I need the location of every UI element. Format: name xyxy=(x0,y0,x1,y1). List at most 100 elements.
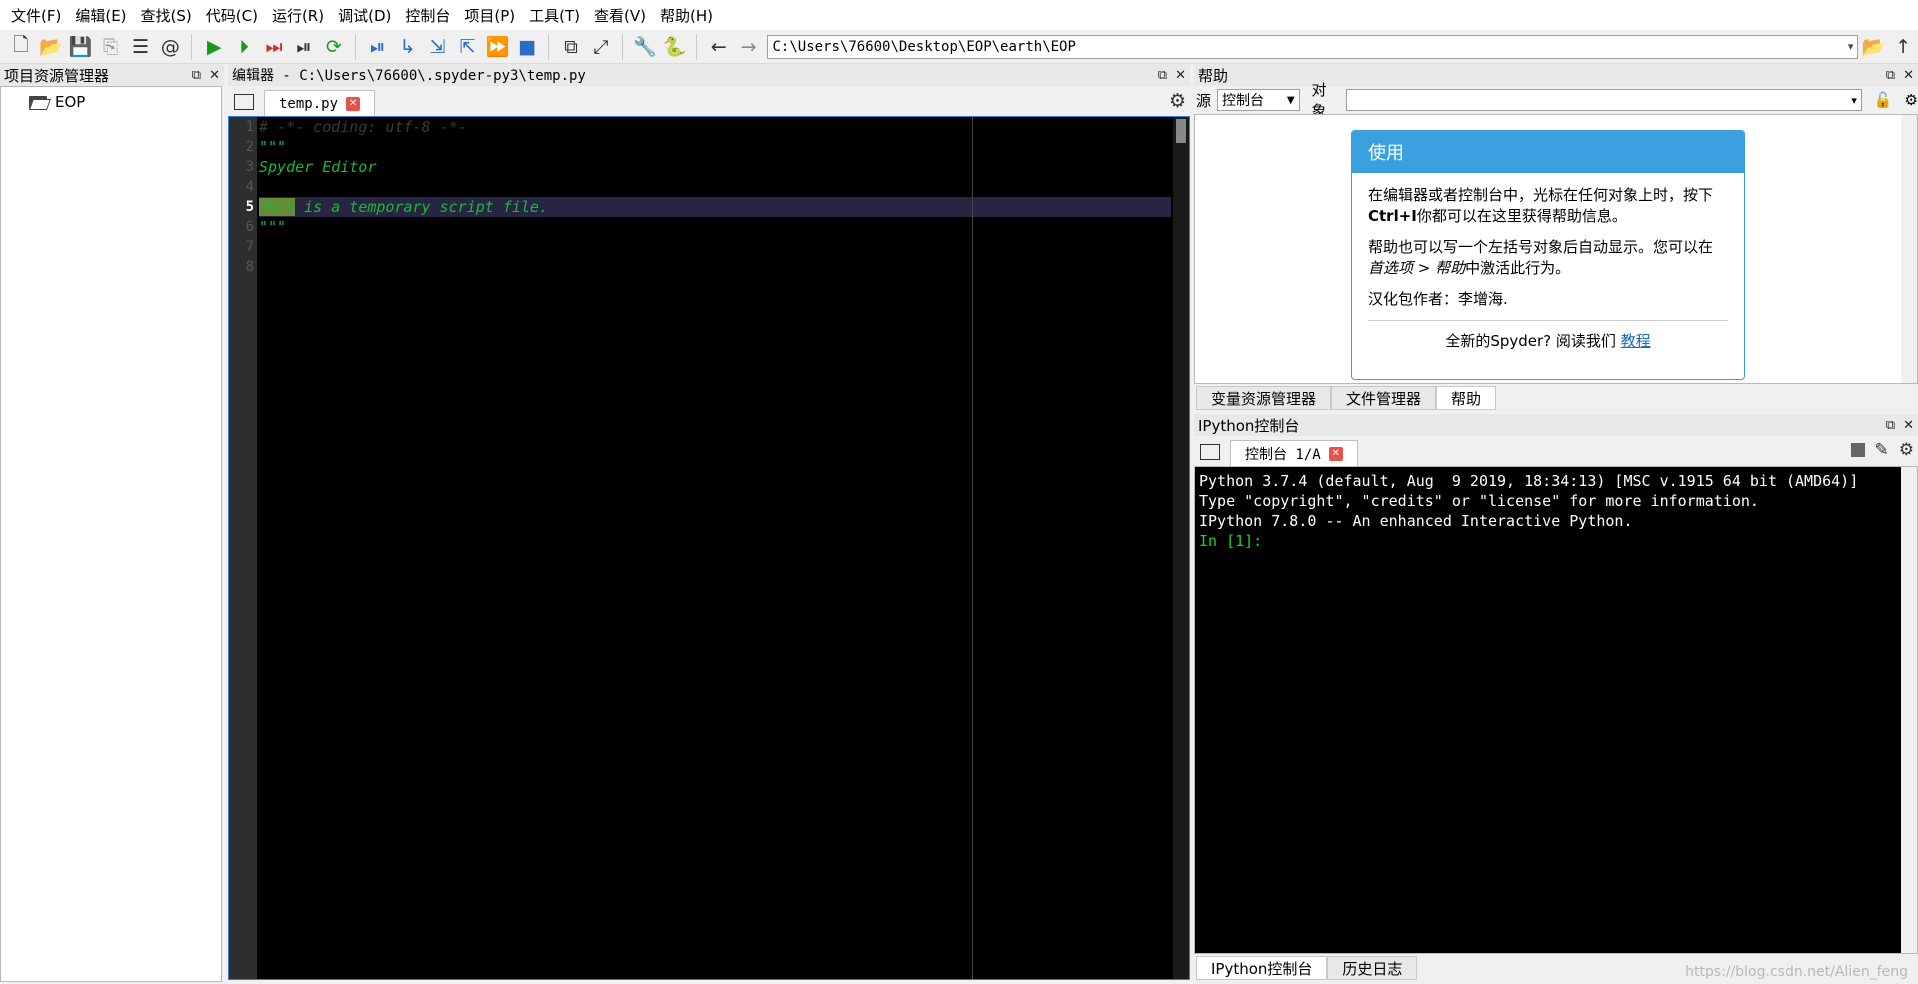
close-icon[interactable]: ✕ xyxy=(1903,68,1914,83)
preferences-icon[interactable]: 🔧 xyxy=(630,32,660,62)
line-number: 3 xyxy=(245,159,254,175)
tree-item[interactable]: EOP xyxy=(1,87,221,111)
gear-icon[interactable]: ⚙ xyxy=(1169,90,1186,112)
help-text: 帮助也可以写一个左括号对象后自动显示。您可以在 xyxy=(1368,238,1714,256)
source-value: 控制台 xyxy=(1222,93,1265,109)
menu-bar: 文件(F) 编辑(E) 查找(S) 代码(C) 运行(R) 调试(D) 控制台 … xyxy=(0,0,1918,30)
continue-icon[interactable]: ⏩ xyxy=(482,32,512,62)
menu-file[interactable]: 文件(F) xyxy=(4,5,68,26)
menu-help[interactable]: 帮助(H) xyxy=(653,5,720,26)
code-line-current: This is a temporary script file. xyxy=(259,197,1171,217)
tab-file-explorer[interactable]: 文件管理器 xyxy=(1331,386,1437,410)
menu-debug[interactable]: 调试(D) xyxy=(331,5,398,26)
console-line: Python 3.7.4 (default, Aug 9 2019, 18:34… xyxy=(1199,472,1859,490)
pane-title: 帮助 xyxy=(1198,66,1229,85)
menu-view[interactable]: 查看(V) xyxy=(587,5,653,26)
run-cell-icon[interactable]: ⏵ xyxy=(229,32,259,62)
tab-history-log[interactable]: 历史日志 xyxy=(1327,956,1418,980)
editor-tab-bar: temp.py ✕ xyxy=(228,86,1190,116)
watermark: https://blog.csdn.net/Alien_feng xyxy=(1685,964,1908,980)
back-icon[interactable]: ← xyxy=(704,32,734,62)
outline-icon[interactable]: ☰ xyxy=(126,32,156,62)
source-combo[interactable]: 控制台 ▼ xyxy=(1217,89,1300,111)
fullscreen-icon[interactable]: ⤢ xyxy=(586,32,616,62)
tab-console-1[interactable]: 控制台 1/A ✕ xyxy=(1230,440,1358,466)
maximize-pane-icon[interactable]: ⧉ xyxy=(556,32,586,62)
menu-source[interactable]: 代码(C) xyxy=(199,5,265,26)
at-sign-icon[interactable]: @ xyxy=(155,32,185,62)
debug-icon[interactable]: ⏯ xyxy=(363,32,393,62)
help-text: 你都可以在这里获得帮助信息。 xyxy=(1416,207,1627,225)
gear-icon[interactable]: ⚙ xyxy=(1899,440,1914,460)
stop-icon[interactable]: ■ xyxy=(512,32,542,62)
browse-tabs-icon[interactable] xyxy=(234,94,254,110)
close-tab-icon[interactable]: ✕ xyxy=(1328,446,1343,461)
menu-tools[interactable]: 工具(T) xyxy=(522,5,587,26)
forward-icon[interactable]: → xyxy=(734,32,764,62)
gear-icon[interactable]: ⚙ xyxy=(1905,91,1918,109)
lock-icon[interactable]: 🔓 xyxy=(1874,91,1893,109)
close-icon[interactable]: ✕ xyxy=(209,68,220,83)
step-return-icon[interactable]: ⇱ xyxy=(452,32,482,62)
menu-run[interactable]: 运行(R) xyxy=(265,5,331,26)
new-file-icon[interactable]: 🗋 xyxy=(6,32,36,62)
tab-help[interactable]: 帮助 xyxy=(1436,386,1497,410)
interrupt-icon[interactable] xyxy=(1850,443,1865,457)
console-line: Type "copyright", "credits" or "license"… xyxy=(1199,492,1759,510)
code-line: # -*- coding: utf-8 -*- xyxy=(259,118,467,136)
open-file-icon[interactable]: 📂 xyxy=(36,32,66,62)
scrollbar-thumb[interactable] xyxy=(1176,119,1186,143)
parent-dir-icon[interactable]: ↑ xyxy=(1888,32,1918,62)
line-number: 6 xyxy=(245,219,254,235)
tutorial-link[interactable]: 教程 xyxy=(1621,332,1651,350)
code-editor[interactable]: 1 2 3 4 5 6 7 8 # -*- coding: utf-8 -*- … xyxy=(228,116,1190,980)
undock-icon[interactable]: ⧉ xyxy=(1158,68,1167,83)
tab-temp-py[interactable]: temp.py ✕ xyxy=(264,90,376,116)
menu-projects[interactable]: 项目(P) xyxy=(457,5,522,26)
undock-icon[interactable]: ⧉ xyxy=(1886,68,1895,83)
help-intro-card: 使用 在编辑器或者控制台中，光标在任何对象上时，按下 Ctrl+I你都可以在这里获… xyxy=(1351,130,1745,380)
working-directory-combo[interactable]: C:\Users\76600\Desktop\EOP\earth\EOP ▾ xyxy=(767,34,1859,59)
help-scrollbar[interactable] xyxy=(1901,115,1917,383)
pane-title: IPython控制台 xyxy=(1198,416,1300,435)
eraser-icon[interactable]: ✎ xyxy=(1875,440,1889,460)
project-tree: EOP xyxy=(0,86,222,982)
help-paragraph: 帮助也可以写一个左括号对象后自动显示。您可以在首选项 > 帮助中激活此行为。 xyxy=(1368,237,1728,279)
step-icon[interactable]: ↳ xyxy=(393,32,423,62)
menu-search[interactable]: 查找(S) xyxy=(134,5,199,26)
console-scrollbar[interactable] xyxy=(1901,467,1917,953)
close-tab-icon[interactable]: ✕ xyxy=(346,96,361,111)
run-selection-icon[interactable]: ⏯ xyxy=(289,32,319,62)
help-text: 在编辑器或者控制台中，光标在任何对象上时，按下 xyxy=(1368,186,1714,204)
python-path-icon[interactable]: 🐍 xyxy=(660,32,690,62)
close-icon[interactable]: ✕ xyxy=(1175,68,1186,83)
run-icon[interactable]: ▶ xyxy=(199,32,229,62)
tab-label: temp.py xyxy=(279,95,339,112)
line-number: 7 xyxy=(245,239,254,255)
object-combo[interactable]: ▾ xyxy=(1346,89,1862,111)
menu-edit[interactable]: 编辑(E) xyxy=(68,5,133,26)
save-all-icon[interactable]: ⎘ xyxy=(96,32,126,62)
chevron-down-icon[interactable]: ▾ xyxy=(1848,40,1854,53)
step-into-icon[interactable]: ⇲ xyxy=(423,32,453,62)
browse-tabs-icon[interactable] xyxy=(1200,444,1220,460)
editor-scrollbar[interactable] xyxy=(1173,117,1189,979)
browse-folder-icon[interactable]: 📂 xyxy=(1858,32,1888,62)
help-dock-tabs: 变量资源管理器 文件管理器 帮助 xyxy=(1194,386,1918,414)
line-number-active: 5 xyxy=(245,199,254,215)
console-output[interactable]: Python 3.7.4 (default, Aug 9 2019, 18:34… xyxy=(1194,466,1918,954)
rerun-icon[interactable]: ⟳ xyxy=(319,32,349,62)
undock-icon[interactable]: ⧉ xyxy=(1886,418,1895,433)
close-icon[interactable]: ✕ xyxy=(1903,418,1914,433)
help-text: 全新的Spyder? 阅读我们 xyxy=(1445,332,1621,350)
menu-consoles[interactable]: 控制台 xyxy=(398,5,457,26)
tab-variable-explorer[interactable]: 变量资源管理器 xyxy=(1196,386,1332,410)
undock-icon[interactable]: ⧉ xyxy=(192,68,201,83)
save-icon[interactable]: 💾 xyxy=(66,32,96,62)
tab-ipython-console[interactable]: IPython控制台 xyxy=(1196,956,1328,980)
edge-line xyxy=(972,117,973,979)
chevron-down-icon: ▾ xyxy=(1851,93,1857,107)
tab-label: 控制台 1/A xyxy=(1245,446,1321,463)
run-cell-advance-icon[interactable]: ⏭ xyxy=(259,32,289,62)
